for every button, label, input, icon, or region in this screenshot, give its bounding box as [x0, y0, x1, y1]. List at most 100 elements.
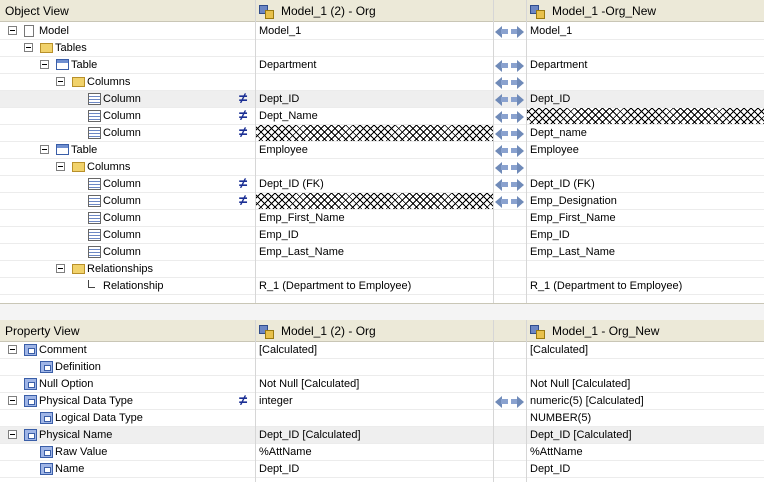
compare-arrows-icon[interactable]	[495, 144, 525, 157]
tree-row[interactable]: Column ≠ Emp_Designation	[0, 192, 764, 210]
property-icon	[40, 361, 53, 373]
column-icon	[88, 229, 101, 241]
left-model-header[interactable]: Model_1 (2) - Org	[259, 320, 376, 341]
left-value: Emp_Last_Name	[259, 246, 344, 258]
compare-arrows-icon[interactable]	[495, 195, 525, 208]
row-label: Comment	[39, 344, 87, 356]
row-label: Model	[39, 25, 69, 37]
right-model-header[interactable]: Model_1 -Org_New	[530, 0, 656, 21]
right-model-title: Model_1 - Org_New	[552, 323, 660, 338]
collapse-toggle-icon[interactable]	[56, 264, 65, 273]
compare-arrows-icon[interactable]	[495, 178, 525, 191]
compare-arrows-icon[interactable]	[495, 76, 525, 89]
column-icon	[88, 195, 101, 207]
left-value: Model_1	[259, 25, 302, 37]
tree-row[interactable]: Columns	[0, 74, 764, 91]
tree-row[interactable]: Column Emp_First_Name Emp_First_Name	[0, 210, 764, 227]
row-label: Column	[103, 178, 141, 190]
row-label: Columns	[87, 161, 131, 173]
collapse-toggle-icon[interactable]	[56, 162, 65, 171]
property-icon	[24, 429, 37, 441]
right-model-title: Model_1 -Org_New	[552, 3, 657, 18]
left-value: Dept_ID	[259, 463, 300, 475]
tree-row[interactable]: Column Emp_ID Emp_ID	[0, 227, 764, 244]
compare-arrows-icon[interactable]	[495, 110, 525, 123]
folder-icon	[72, 77, 85, 87]
row-label: Column	[103, 229, 141, 241]
column-divider	[493, 320, 494, 482]
collapse-toggle-icon[interactable]	[8, 345, 17, 354]
table-icon	[56, 144, 69, 155]
right-value: Dept_ID [Calculated]	[530, 429, 632, 441]
left-value: Employee	[259, 144, 308, 156]
property-row[interactable]: Logical Data Type NUMBER(5)	[0, 410, 764, 427]
model-icon	[530, 324, 545, 339]
not-equal-icon: ≠	[239, 107, 248, 124]
column-divider	[255, 0, 256, 303]
property-icon	[24, 395, 37, 407]
right-value: Employee	[530, 144, 579, 156]
right-value: Emp_First_Name	[530, 212, 616, 224]
property-icon	[40, 446, 53, 458]
object-view-title: Object View	[5, 4, 69, 18]
compare-arrows-icon[interactable]	[495, 59, 525, 72]
tree-row[interactable]: Column ≠ Dept_ID (FK) Dept_ID (FK)	[0, 175, 764, 193]
tree-row[interactable]: Columns	[0, 159, 764, 176]
tree-row[interactable]: Column ≠ Dept_ID Dept_ID	[0, 90, 764, 108]
tree-row[interactable]: Column ≠ Dept_Name	[0, 107, 764, 125]
left-value: Dept_ID [Calculated]	[259, 429, 361, 441]
compare-arrows-icon[interactable]	[495, 93, 525, 106]
left-value: Emp_ID	[259, 229, 299, 241]
property-view-title: Property View	[5, 324, 80, 338]
row-label: Columns	[87, 76, 131, 88]
left-value: Department	[259, 59, 317, 71]
column-icon	[88, 178, 101, 190]
column-icon	[88, 110, 101, 122]
collapse-toggle-icon[interactable]	[56, 77, 65, 86]
left-model-header[interactable]: Model_1 (2) - Org	[259, 0, 376, 21]
compare-arrows-icon[interactable]	[495, 127, 525, 140]
right-model-header[interactable]: Model_1 - Org_New	[530, 320, 659, 341]
tree-row[interactable]: Relationship R_1 (Department to Employee)…	[0, 278, 764, 295]
tree-row[interactable]: Column ≠ Dept_name	[0, 124, 764, 142]
column-icon	[88, 212, 101, 224]
row-label: Name	[55, 463, 85, 475]
collapse-toggle-icon[interactable]	[8, 430, 17, 439]
compare-arrows-icon[interactable]	[495, 25, 525, 38]
row-label: Null Option	[39, 378, 94, 390]
property-icon	[24, 344, 37, 356]
collapse-toggle-icon[interactable]	[8, 396, 17, 405]
property-row[interactable]: Physical Data Type ≠ integer numeric(5) [Ca…	[0, 392, 764, 410]
tree-row[interactable]: Model Model_1 Model_1	[0, 23, 764, 40]
property-row[interactable]: Definition	[0, 359, 764, 376]
right-value: Model_1	[530, 25, 573, 37]
collapse-toggle-icon[interactable]	[24, 43, 33, 52]
column-divider	[526, 320, 527, 482]
tree-row[interactable]: Column Emp_Last_Name Emp_Last_Name	[0, 244, 764, 261]
right-value: Not Null [Calculated]	[530, 378, 631, 390]
property-row[interactable]: Physical Name Dept_ID [Calculated] Dept_ID…	[0, 427, 764, 444]
collapse-toggle-icon[interactable]	[40, 60, 49, 69]
row-label: Table	[71, 59, 98, 71]
property-row[interactable]: Raw Value %AttName %AttName	[0, 444, 764, 461]
property-row[interactable]: Null Option Not Null [Calculated] Not Null…	[0, 376, 764, 393]
folder-icon	[72, 162, 85, 172]
compare-arrows-icon[interactable]	[495, 395, 525, 408]
not-equal-icon: ≠	[239, 175, 248, 192]
row-label: Column	[103, 212, 141, 224]
tree-row[interactable]: Table Department Department	[0, 57, 764, 74]
left-value: %AttName	[259, 446, 312, 458]
row-label: Relationships	[87, 263, 154, 275]
not-equal-icon: ≠	[239, 90, 248, 107]
tree-row[interactable]: Relationships	[0, 261, 764, 278]
compare-arrows-icon[interactable]	[495, 161, 525, 174]
left-model-title: Model_1 (2) - Org	[281, 323, 376, 338]
collapse-toggle-icon[interactable]	[8, 26, 17, 35]
property-row[interactable]: Name Dept_ID Dept_ID	[0, 461, 764, 478]
tree-row[interactable]: Tables	[0, 40, 764, 57]
tree-row[interactable]: Table Employee Employee	[0, 142, 764, 159]
property-row[interactable]: Comment [Calculated] [Calculated]	[0, 342, 764, 359]
right-value: Emp_Designation	[530, 195, 617, 207]
object-view-header: Object View Model_1 (2) - Org Model_1 -O…	[0, 0, 764, 22]
collapse-toggle-icon[interactable]	[40, 145, 49, 154]
